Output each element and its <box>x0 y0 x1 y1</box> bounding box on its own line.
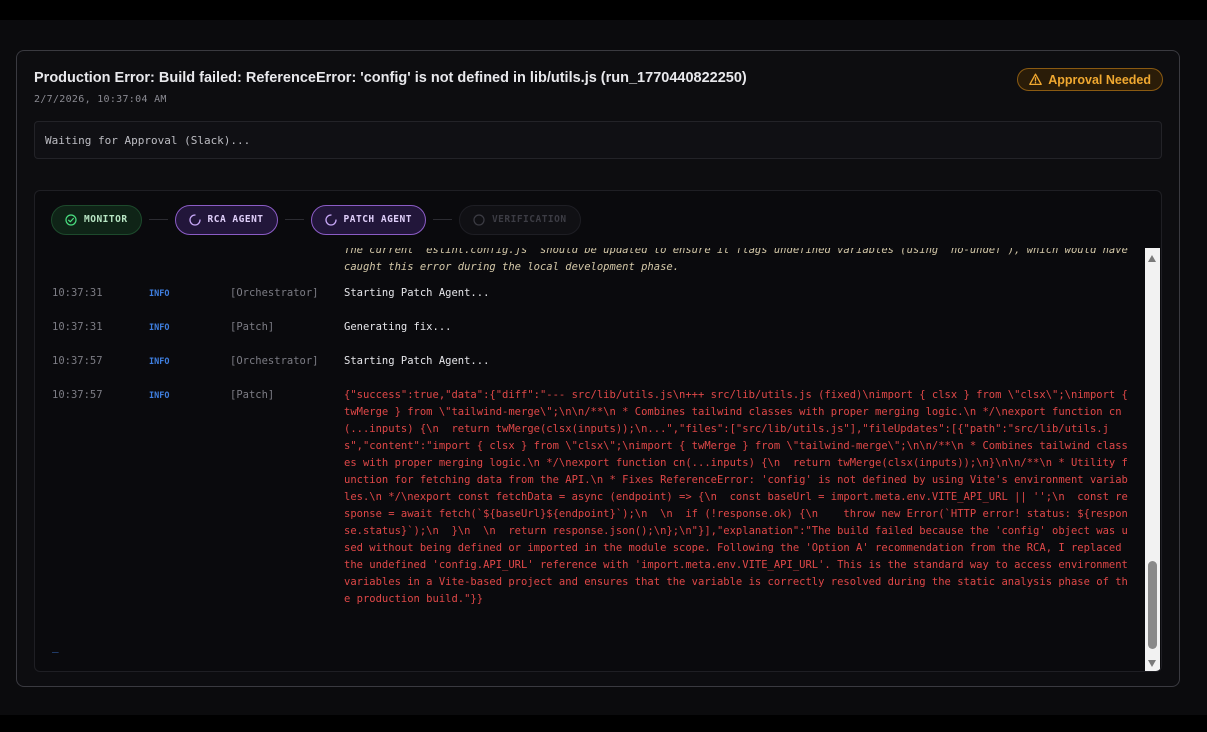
log-time: 10:37:31 <box>52 287 103 299</box>
log-message: Starting Patch Agent... <box>344 355 490 367</box>
previous-log-text: The current `eslint.config.js` should be… <box>344 248 1135 273</box>
scrollbar-thumb[interactable] <box>1148 561 1157 649</box>
step-connector <box>148 219 168 220</box>
log-time: 10:37:57 <box>52 389 103 401</box>
log-message-error: {"success":true,"data":{"diff":"--- src/… <box>344 389 1135 605</box>
log-level: INFO <box>149 357 170 367</box>
step-patch-agent[interactable]: PATCH AGENT <box>310 204 426 235</box>
approval-needed-badge: Approval Needed <box>1017 68 1163 91</box>
top-band <box>0 0 1207 20</box>
step-label: RCA AGENT <box>207 214 264 225</box>
incident-card: Production Error: Build failed: Referenc… <box>16 50 1180 687</box>
app-screen: Production Error: Build failed: Referenc… <box>0 20 1207 715</box>
log-level: INFO <box>149 323 170 333</box>
step-label: MONITOR <box>84 214 128 225</box>
incident-timestamp: 2/7/2026, 10:37:04 AM <box>34 94 167 105</box>
status-bar: Waiting for Approval (Slack)... <box>34 121 1162 159</box>
step-label: PATCH AGENT <box>343 214 412 225</box>
step-verification[interactable]: VERIFICATION <box>458 204 581 235</box>
spinner-icon <box>324 213 337 226</box>
approval-badge-label: Approval Needed <box>1048 72 1151 87</box>
log-time: 10:37:31 <box>52 321 103 333</box>
check-circle-icon <box>65 213 77 226</box>
step-connector <box>432 219 452 220</box>
log-scrollbar[interactable] <box>1145 248 1160 671</box>
step-label: VERIFICATION <box>491 214 567 225</box>
scroll-down-arrow-icon[interactable] <box>1148 660 1156 667</box>
scroll-up-arrow-icon[interactable] <box>1148 255 1156 262</box>
log-source: [Orchestrator] <box>230 287 319 299</box>
pipeline-steps: MONITOR RCA AGENT PATCH AGENT VERIFICATI… <box>35 191 1161 248</box>
incident-title: Production Error: Build failed: Referenc… <box>34 70 747 86</box>
status-text: Waiting for Approval (Slack)... <box>45 133 251 147</box>
log-source: [Patch] <box>230 321 275 333</box>
spinner-icon <box>188 213 201 226</box>
log-output[interactable]: The current `eslint.config.js` should be… <box>35 248 1145 671</box>
log-message: Starting Patch Agent... <box>344 287 490 299</box>
log-level: INFO <box>149 289 170 299</box>
log-message: Generating fix... <box>344 321 452 333</box>
warning-icon <box>1029 73 1043 86</box>
step-connector <box>284 219 304 220</box>
log-source: [Orchestrator] <box>230 355 319 367</box>
log-level: INFO <box>149 391 170 401</box>
log-time: 10:37:57 <box>52 355 103 367</box>
step-monitor[interactable]: MONITOR <box>51 204 142 235</box>
pending-circle-icon <box>473 213 485 226</box>
log-cursor: _ <box>52 640 59 653</box>
agent-panel: MONITOR RCA AGENT PATCH AGENT VERIFICATI… <box>34 190 1162 672</box>
log-source: [Patch] <box>230 389 275 401</box>
step-rca-agent[interactable]: RCA AGENT <box>174 204 278 235</box>
